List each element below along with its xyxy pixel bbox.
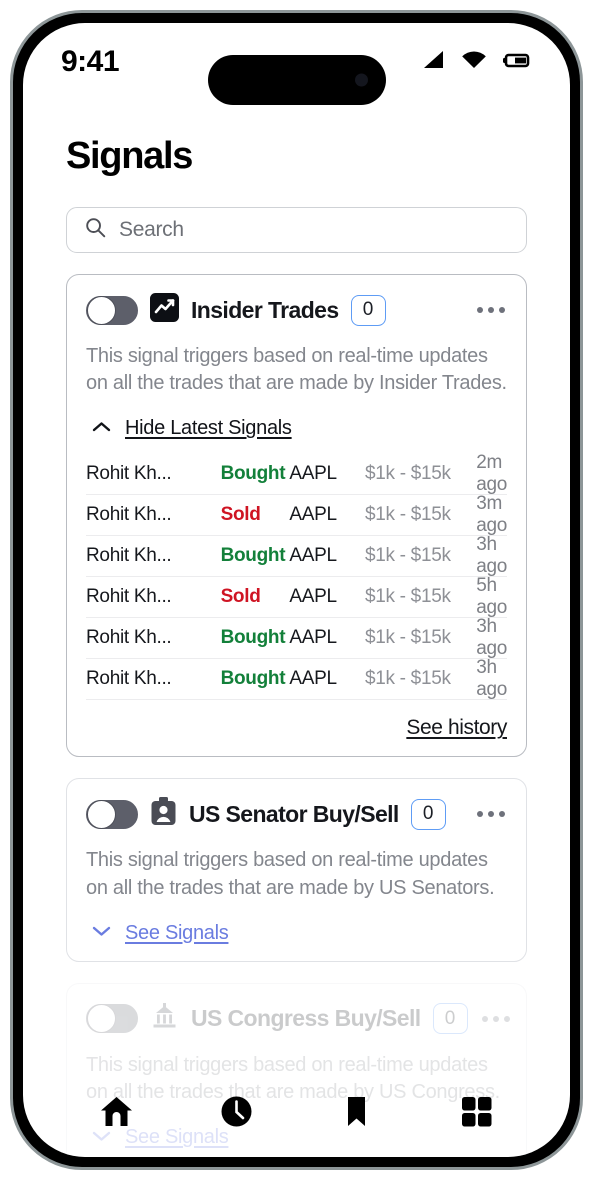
signal-card-header: US Congress Buy/Sell 0 (86, 1002, 510, 1036)
signal-description: This signal triggers based on real-time … (86, 849, 495, 899)
cell-amount: $1k - $15k (364, 668, 451, 690)
signal-card-us-senator[interactable]: US Senator Buy/Sell 0 This signal trigge… (66, 778, 527, 962)
dynamic-island (207, 55, 386, 105)
table-row[interactable]: Rohit Kh... Sold AAPL $1k - $15k 3m ago (86, 493, 508, 537)
cell-ticker: AAPL (289, 668, 337, 690)
line-chart-icon (150, 293, 179, 327)
page-title: Signals (66, 135, 193, 177)
status-bar-time: 9:41 (61, 45, 120, 78)
id-badge-icon (150, 797, 177, 831)
cell-amount: $1k - $15k (364, 545, 451, 567)
battery-icon (502, 51, 532, 74)
cell-time: 5h ago (476, 575, 507, 619)
signal-title: US Senator Buy/Sell (189, 800, 399, 827)
disclosure-label: Hide Latest Signals (125, 417, 292, 440)
cell-name: Rohit Kh... (86, 545, 172, 567)
search-bar[interactable] (66, 207, 527, 253)
signal-card-insider-trades[interactable]: Insider Trades 0 This signal triggers ba… (66, 274, 527, 758)
table-row[interactable]: Rohit Kh... Bought AAPL $1k - $15k 3h ag… (86, 534, 507, 578)
status-bar-icons (420, 50, 532, 75)
nav-item-home[interactable] (98, 1093, 135, 1135)
see-history-row: See history (86, 716, 507, 740)
cell-action: Bought (220, 545, 286, 567)
cell-ticker: AAPL (289, 586, 337, 608)
signal-card-header: Insider Trades 0 (86, 293, 507, 327)
signal-count-badge: 0 (432, 1003, 468, 1035)
more-options-icon[interactable] (475, 805, 507, 823)
signal-count-badge: 0 (410, 798, 446, 830)
signal-toggle-us-congress[interactable] (86, 1004, 138, 1034)
cell-name: Rohit Kh... (86, 504, 172, 526)
cell-action: Sold (220, 586, 261, 608)
cell-name: Rohit Kh... (86, 463, 172, 485)
cell-time: 2m ago (476, 452, 508, 496)
phone-frame: 9:41 Signals Search Insider Trades 0 Thi… (10, 10, 583, 1170)
toggle-knob (87, 799, 116, 829)
table-row[interactable]: Rohit Kh... Bought AAPL $1k - $15k 3h ag… (86, 616, 507, 660)
cell-action: Bought (220, 463, 286, 485)
toggle-knob (87, 295, 116, 325)
signal-card-header: US Senator Buy/Sell 0 (86, 797, 507, 831)
status-bar: 9:41 (23, 23, 570, 105)
cell-amount: $1k - $15k (364, 586, 451, 608)
search-input[interactable] (119, 218, 508, 242)
table-row[interactable]: Rohit Kh... Bought AAPL $1k - $15k 2m ag… (86, 452, 508, 496)
cell-ticker: AAPL (289, 627, 337, 649)
hide-latest-signals-button[interactable]: Hide Latest Signals (86, 417, 507, 440)
cell-action: Sold (220, 504, 261, 526)
cell-time: 3h ago (476, 616, 507, 660)
cell-action: Bought (220, 668, 286, 690)
signal-count-badge: 0 (350, 294, 386, 326)
cell-name: Rohit Kh... (86, 668, 172, 690)
cell-ticker: AAPL (289, 545, 337, 567)
cell-ticker: AAPL (289, 463, 337, 485)
see-signals-button[interactable]: See Signals (86, 922, 507, 945)
cell-amount: $1k - $15k (364, 504, 451, 526)
front-camera-icon (354, 73, 368, 87)
cell-time: 3m ago (476, 493, 508, 537)
capitol-building-icon (150, 1002, 179, 1035)
table-row[interactable]: Rohit Kh... Sold AAPL $1k - $15k 5h ago (86, 575, 507, 619)
cell-amount: $1k - $15k (364, 463, 451, 485)
cell-name: Rohit Kh... (86, 627, 172, 649)
grid-icon (458, 1093, 495, 1135)
cell-time: 3h ago (476, 657, 507, 701)
clock-icon (218, 1093, 255, 1135)
cell-ticker: AAPL (289, 504, 337, 526)
signal-toggle-us-senator[interactable] (86, 799, 138, 829)
chevron-down-icon (92, 924, 111, 942)
phone-screen: 9:41 Signals Search Insider Trades 0 Thi… (23, 23, 570, 1157)
more-options-icon[interactable] (475, 301, 507, 319)
more-options-icon[interactable] (480, 1010, 512, 1028)
toggle-knob (87, 1004, 116, 1034)
home-icon (98, 1093, 135, 1135)
see-history-link[interactable]: See history (406, 716, 507, 740)
cell-amount: $1k - $15k (364, 627, 451, 649)
wifi-icon (460, 50, 488, 75)
table-row[interactable]: Rohit Kh... Bought AAPL $1k - $15k 3h ag… (86, 657, 507, 701)
chevron-up-icon (92, 420, 111, 438)
disclosure-label: See Signals (125, 921, 229, 944)
latest-signals-table: Rohit Kh... Bought AAPL $1k - $15k 2m ag… (86, 452, 508, 701)
cell-name: Rohit Kh... (86, 586, 172, 608)
search-icon (85, 217, 106, 243)
signal-description: This signal triggers based on real-time … (86, 345, 507, 395)
cell-action: Bought (220, 627, 286, 649)
bookmark-icon (338, 1093, 375, 1135)
nav-item-more[interactable] (458, 1093, 495, 1135)
cellular-signal-icon (420, 50, 446, 75)
bottom-navigation-bar (23, 1093, 570, 1135)
scroll-content[interactable]: Signals Search Insider Trades 0 This sig… (23, 101, 570, 1157)
signal-title: Insider Trades (191, 296, 339, 323)
cell-time: 3h ago (476, 534, 507, 578)
nav-item-saved[interactable] (338, 1093, 375, 1135)
signal-toggle-insider-trades[interactable] (86, 295, 138, 325)
nav-item-history[interactable] (218, 1093, 255, 1135)
signal-title: US Congress Buy/Sell (191, 1005, 421, 1032)
